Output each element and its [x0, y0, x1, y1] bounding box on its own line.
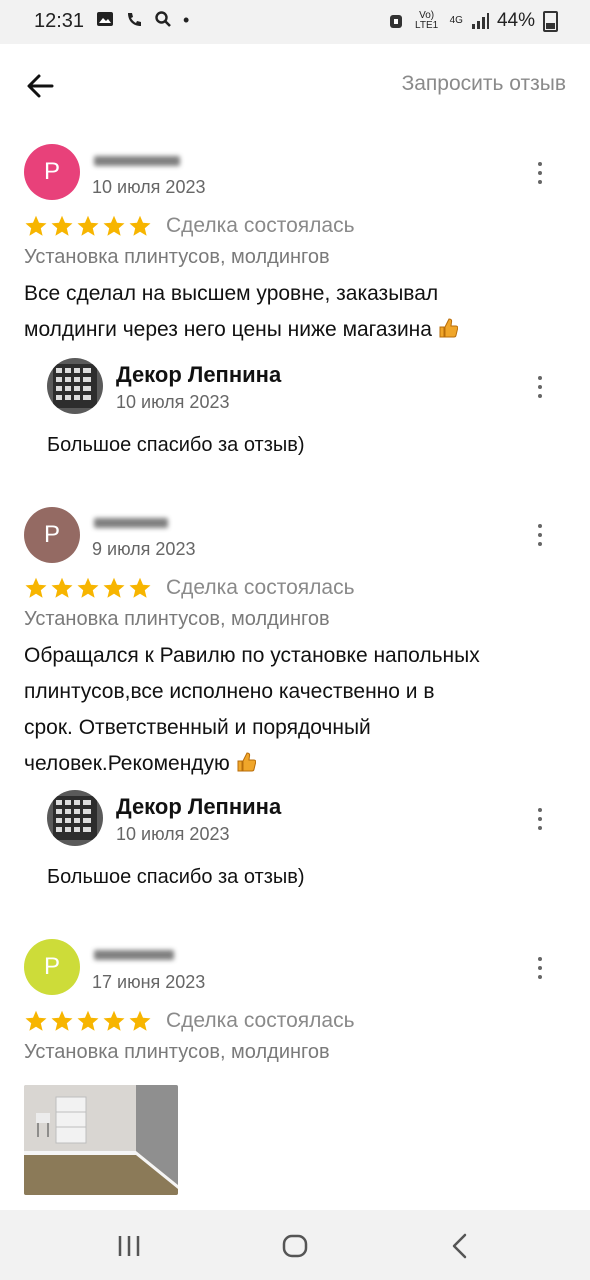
seller-avatar — [47, 358, 103, 414]
gallery-icon — [97, 12, 113, 26]
call-icon — [128, 13, 142, 26]
rating-stars — [24, 576, 152, 602]
star-icon — [103, 1010, 125, 1031]
thumbs-up-icon — [237, 752, 256, 772]
room-photo — [24, 1085, 178, 1195]
battery-percent: 44% — [496, 10, 535, 31]
seller-avatar — [47, 790, 103, 846]
author-name-redacted — [94, 518, 168, 528]
thumbs-up-icon — [439, 318, 458, 338]
recent-apps-icon[interactable] — [107, 1224, 151, 1268]
back-nav-icon[interactable] — [438, 1224, 482, 1268]
review-text-line-last: молдинги через него цены ниже магазина — [24, 312, 564, 348]
home-icon[interactable] — [273, 1224, 317, 1268]
review-text-line: плинтусов,все исполнено качественно и в — [24, 680, 435, 703]
review-date: 9 июля 2023 — [92, 539, 196, 559]
network-type: 4G — [449, 15, 463, 26]
kebab-icon[interactable] — [530, 953, 550, 983]
review-text: Обращался к Равилю по установке напольны… — [24, 638, 564, 782]
rating-stars — [24, 214, 152, 240]
seller-name: Декор Лепнина — [116, 794, 282, 819]
review-date: 10 июля 2023 — [92, 177, 206, 197]
answer-date: 10 июля 2023 — [116, 392, 230, 412]
deal-status: Сделка состоялась — [166, 1009, 355, 1032]
review-photo[interactable] — [24, 1085, 178, 1195]
avatar: P — [24, 939, 80, 995]
notification-icons: • — [96, 10, 195, 31]
star-icon — [77, 1010, 99, 1031]
avatar-letter: P — [43, 158, 60, 185]
star-icon — [77, 215, 99, 236]
star-icon — [51, 1010, 73, 1031]
service-name: Установка плинтусов, молдингов — [24, 1041, 330, 1063]
avatar-letter: P — [43, 521, 60, 548]
alarm-icon — [389, 15, 402, 28]
rating-stars — [24, 1009, 152, 1035]
review-text: Все сделал на высшем уровне, заказывал м… — [24, 276, 564, 348]
author-name-redacted — [94, 156, 180, 166]
service-name: Установка плинтусов, молдингов — [24, 246, 330, 268]
status-time: 12:31 — [34, 10, 85, 32]
star-icon — [129, 215, 151, 236]
kebab-icon[interactable] — [530, 372, 550, 402]
review-date: 17 июня 2023 — [92, 972, 206, 992]
store-photo — [47, 358, 103, 414]
avatar: P — [24, 144, 80, 200]
review-text-line: Все сделал на высшем уровне, заказывал — [24, 282, 439, 305]
kebab-icon[interactable] — [530, 158, 550, 188]
review-text-line: Обращался к Равилю по установке напольны… — [24, 644, 480, 667]
dot-icon: • — [183, 10, 196, 30]
deal-status: Сделка состоялась — [166, 214, 355, 237]
kebab-icon[interactable] — [530, 520, 550, 550]
author-name-redacted — [94, 950, 174, 960]
signal-icon — [471, 13, 489, 29]
store-photo — [47, 790, 103, 846]
answer-date: 10 июля 2023 — [116, 824, 230, 844]
lte-label: Vo) LTE1 — [415, 10, 439, 31]
status-right: Vo) LTE1 4G 44% — [388, 10, 558, 32]
review-text-line: молдинги через него цены ниже магазина — [24, 318, 432, 341]
app-bar: Запросить отзыв — [0, 44, 590, 126]
seller-name: Декор Лепнина — [116, 362, 282, 387]
deal-status: Сделка состоялась — [166, 576, 355, 599]
star-icon — [25, 1010, 47, 1031]
star-icon — [103, 577, 125, 598]
star-icon — [51, 577, 73, 598]
answer-text: Большое спасибо за отзыв) — [47, 866, 305, 888]
star-icon — [25, 577, 47, 598]
avatar-letter: P — [43, 953, 60, 980]
star-icon — [51, 215, 73, 236]
request-review-button[interactable]: Запросить отзыв — [402, 72, 566, 96]
kebab-icon[interactable] — [530, 804, 550, 834]
status-bar: 12:31 • Vo) LTE1 4G 44% — [0, 0, 590, 44]
system-nav-bar — [0, 1210, 590, 1280]
battery-icon — [543, 10, 558, 32]
star-icon — [77, 577, 99, 598]
answer-text: Большое спасибо за отзыв) — [47, 434, 305, 456]
review-text-line: человек.Рекомендую — [24, 752, 230, 775]
star-icon — [129, 1010, 151, 1031]
review-text-line-last: человек.Рекомендую — [24, 746, 564, 782]
service-name: Установка плинтусов, молдингов — [24, 608, 330, 630]
star-icon — [25, 215, 47, 236]
arrow-left-icon[interactable] — [22, 68, 58, 104]
star-icon — [103, 215, 125, 236]
avatar: P — [24, 507, 80, 563]
review-text-line: срок. Ответственный и порядочный — [24, 716, 371, 739]
star-icon — [129, 577, 151, 598]
search-icon — [155, 11, 171, 27]
